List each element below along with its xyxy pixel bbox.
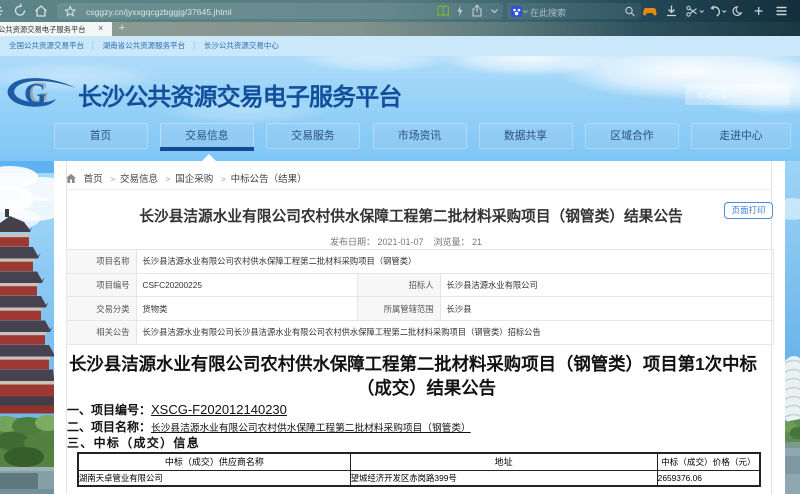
svg-text:G: G: [24, 78, 47, 109]
